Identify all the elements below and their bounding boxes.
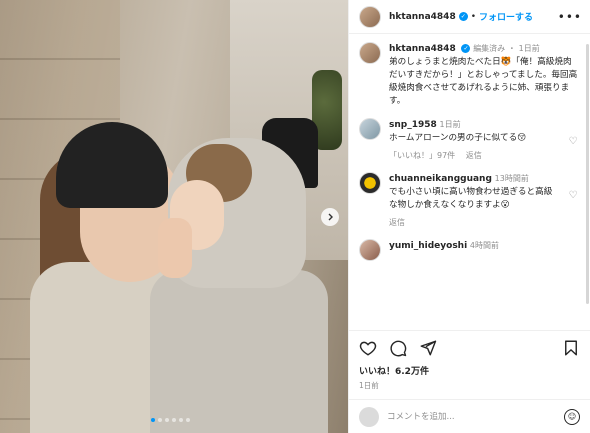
commenter-username[interactable]: snp_1958 (389, 120, 437, 130)
comment-composer: ☺ (349, 399, 590, 433)
carousel-dots (151, 418, 190, 422)
more-options-icon[interactable]: ••• (558, 10, 582, 24)
commenter-username[interactable]: chuanneikangguang (389, 174, 492, 184)
comments-scrollbar[interactable] (586, 44, 589, 304)
comments-list[interactable]: hktanna4848 ✓ 編集済み ・ 1日前 弟のしょうまと焼肉たべた日🐯「… (349, 34, 590, 330)
comment-likes[interactable]: 「いいね！」97件 (389, 151, 455, 160)
like-count[interactable]: いいね！6.2万件 (349, 364, 590, 377)
commenter-username[interactable]: yumi_hideyoshi (389, 241, 467, 251)
author-avatar[interactable] (359, 5, 381, 28)
emoji-icon[interactable]: ☺ (564, 408, 580, 425)
caption: hktanna4848 ✓ 編集済み ・ 1日前 弟のしょうまと焼肉たべた日🐯「… (359, 42, 580, 108)
comment-age: 1日前 (439, 120, 461, 129)
commenter-avatar[interactable] (359, 172, 381, 194)
carousel-dot (172, 418, 176, 422)
comment-age: 13時間前 (494, 174, 529, 183)
like-comment-icon[interactable]: ♡ (566, 118, 580, 162)
carousel-dot (186, 418, 190, 422)
author-username[interactable]: hktanna4848 (389, 12, 456, 22)
current-user-avatar (359, 406, 379, 427)
comment-age: 4時間前 (469, 241, 500, 250)
verified-icon: ✓ (461, 44, 471, 53)
post-date[interactable]: 1日前 (349, 377, 590, 399)
reply-button[interactable]: 返信 (466, 151, 482, 160)
comment: yumi_hideyoshi 4時間前 (359, 239, 580, 261)
caption-edited: 編集済み (473, 44, 506, 53)
caption-age: 1日前 (518, 44, 540, 53)
follow-button[interactable]: フォローする (479, 10, 533, 23)
carousel-dot (158, 418, 162, 422)
post-side-panel: hktanna4848 ✓ • フォローする ••• hktanna4848 ✓… (348, 0, 590, 433)
heart-icon[interactable] (359, 339, 377, 357)
comment-text: でも小さい頃に高い物食わせ過ぎると高級な物しか食えなくなりますよ😮 (389, 187, 553, 210)
comment: chuanneikangguang 13時間前 でも小さい頃に高い物食わせ過ぎる… (359, 172, 580, 229)
post-header: hktanna4848 ✓ • フォローする ••• (349, 0, 590, 34)
like-comment-icon[interactable]: ♡ (566, 172, 580, 229)
comment-icon[interactable] (389, 339, 407, 357)
caption-username[interactable]: hktanna4848 (389, 44, 456, 54)
bookmark-icon[interactable] (562, 339, 580, 357)
post-photo[interactable] (0, 0, 348, 433)
reply-button[interactable]: 返信 (389, 218, 405, 227)
comment-input[interactable] (387, 411, 556, 422)
instagram-post: hktanna4848 ✓ • フォローする ••• hktanna4848 ✓… (0, 0, 590, 433)
caption-avatar[interactable] (359, 42, 381, 64)
caption-text: 弟のしょうまと焼肉たべた日🐯「俺！高級焼肉だいすきだから！」とおしゃってました。… (389, 57, 578, 106)
commenter-avatar[interactable] (359, 118, 381, 140)
carousel-next-button[interactable] (321, 208, 339, 226)
carousel-dot (179, 418, 183, 422)
commenter-avatar[interactable] (359, 239, 381, 261)
header-separator: • (470, 11, 477, 22)
chevron-right-icon (328, 213, 333, 221)
verified-icon: ✓ (458, 12, 468, 21)
carousel-dot (165, 418, 169, 422)
carousel-dot (151, 418, 155, 422)
comment: snp_1958 1日前 ホームアローンの男の子に似てる😚 「いいね！」97件 … (359, 118, 580, 162)
comment-text: ホームアローンの男の子に似てる😚 (389, 133, 527, 143)
action-bar (349, 330, 590, 364)
share-icon[interactable] (419, 339, 437, 357)
